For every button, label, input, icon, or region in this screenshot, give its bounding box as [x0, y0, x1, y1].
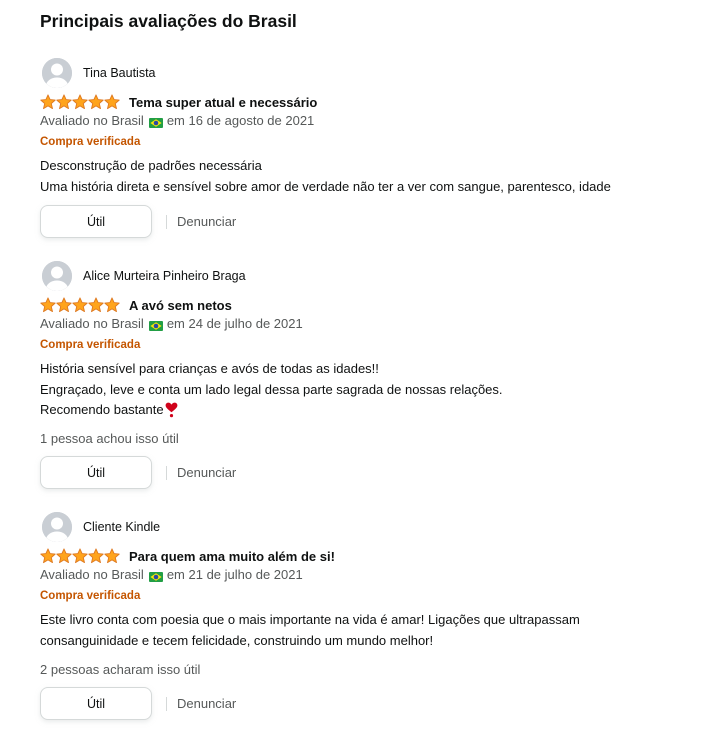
avatar [42, 261, 72, 291]
star-icon [88, 297, 104, 313]
review-body-text: Recomendo bastante [40, 402, 164, 417]
review-date-text: em 24 de julho de 2021 [166, 316, 303, 331]
report-link[interactable]: Denunciar [177, 696, 236, 711]
review-origin: Avaliado no Brasil [40, 316, 144, 331]
review-body: Desconstrução de padrões necessária Uma … [40, 156, 611, 197]
verified-purchase-badge[interactable]: Compra verificada [40, 339, 140, 351]
review-body-line: História sensível para crianças e avós d… [40, 361, 379, 376]
report-link[interactable]: Denunciar [177, 214, 236, 229]
helpful-button[interactable]: Útil [40, 456, 152, 489]
user-silhouette-icon [42, 261, 72, 291]
star-icon [56, 94, 72, 110]
review-body-line: Engraçado, leve e conta um lado legal de… [40, 381, 503, 397]
helpful-count: 1 pessoa achou isso útil [40, 431, 179, 446]
reviewer-profile[interactable]: Cliente Kindle [40, 512, 160, 542]
heart-exclamation-icon [165, 402, 177, 418]
review-body: História sensível para crianças e avós d… [40, 359, 503, 421]
brazil-flag-icon [148, 319, 163, 331]
review-date: Avaliado no Brasil em 24 de julho de 202… [40, 316, 303, 331]
section-title: Principais avaliações do Brasil [40, 11, 297, 31]
star-icon [72, 94, 88, 110]
star-rating[interactable] [40, 296, 120, 314]
star-icon [40, 548, 56, 564]
divider [166, 696, 167, 711]
helpful-button[interactable]: Útil [40, 687, 152, 720]
review-title-link[interactable]: A avó sem netos [129, 298, 232, 313]
brazil-flag-icon [148, 570, 163, 582]
review-body-line: Este livro conta com poesia que o mais i… [40, 612, 580, 627]
star-icon [40, 297, 56, 313]
star-icon [56, 297, 72, 313]
reviewer-name: Alice Murteira Pinheiro Braga [83, 269, 246, 283]
helpful-button[interactable]: Útil [40, 205, 152, 238]
reviewer-profile[interactable]: Alice Murteira Pinheiro Braga [40, 261, 246, 291]
review-origin: Avaliado no Brasil [40, 113, 144, 128]
brazil-flag-icon [148, 116, 163, 128]
reviewer-profile[interactable]: Tina Bautista [40, 58, 156, 88]
verified-purchase-badge[interactable]: Compra verificada [40, 590, 140, 602]
star-icon [72, 548, 88, 564]
star-icon [104, 548, 120, 564]
review-origin: Avaliado no Brasil [40, 567, 144, 582]
review-date-text: em 16 de agosto de 2021 [166, 113, 315, 128]
review-actions: Útil Denunciar [40, 205, 236, 238]
review-date: Avaliado no Brasil em 16 de agosto de 20… [40, 113, 314, 128]
star-icon [104, 94, 120, 110]
reviewer-name: Cliente Kindle [83, 520, 161, 534]
star-icon [88, 94, 104, 110]
user-silhouette-icon [42, 512, 72, 542]
review-date: Avaliado no Brasil em 21 de julho de 202… [40, 567, 303, 582]
review-date-text: em 21 de julho de 2021 [166, 567, 303, 582]
star-icon [88, 548, 104, 564]
review-title-link[interactable]: Tema super atual e necessário [129, 95, 317, 110]
review-actions: Útil Denunciar [40, 687, 236, 720]
verified-purchase-badge[interactable]: Compra verificada [40, 136, 140, 148]
report-link[interactable]: Denunciar [177, 465, 236, 480]
reviewer-name: Tina Bautista [83, 66, 156, 80]
review-actions: Útil Denunciar [40, 456, 236, 489]
review-body-line: consanguinidade e tecem felicidade, cons… [40, 632, 434, 648]
helpful-count: 2 pessoas acharam isso útil [40, 662, 201, 677]
star-icon [72, 297, 88, 313]
review-title-link[interactable]: Para quem ama muito além de si! [129, 549, 335, 564]
avatar [42, 512, 72, 542]
review-body: Este livro conta com poesia que o mais i… [40, 610, 580, 651]
review-body-line-with-emoji: Recomendo bastante [40, 400, 503, 421]
avatar [42, 58, 72, 88]
star-icon [40, 94, 56, 110]
star-icon [104, 297, 120, 313]
star-rating[interactable] [40, 93, 120, 111]
review-body-line: Uma história direta e sensível sobre amo… [40, 178, 611, 194]
divider [166, 214, 167, 229]
star-icon [56, 548, 72, 564]
star-rating[interactable] [40, 547, 120, 565]
review-body-line: Desconstrução de padrões necessária [40, 158, 262, 173]
divider [166, 465, 167, 480]
user-silhouette-icon [42, 58, 72, 88]
